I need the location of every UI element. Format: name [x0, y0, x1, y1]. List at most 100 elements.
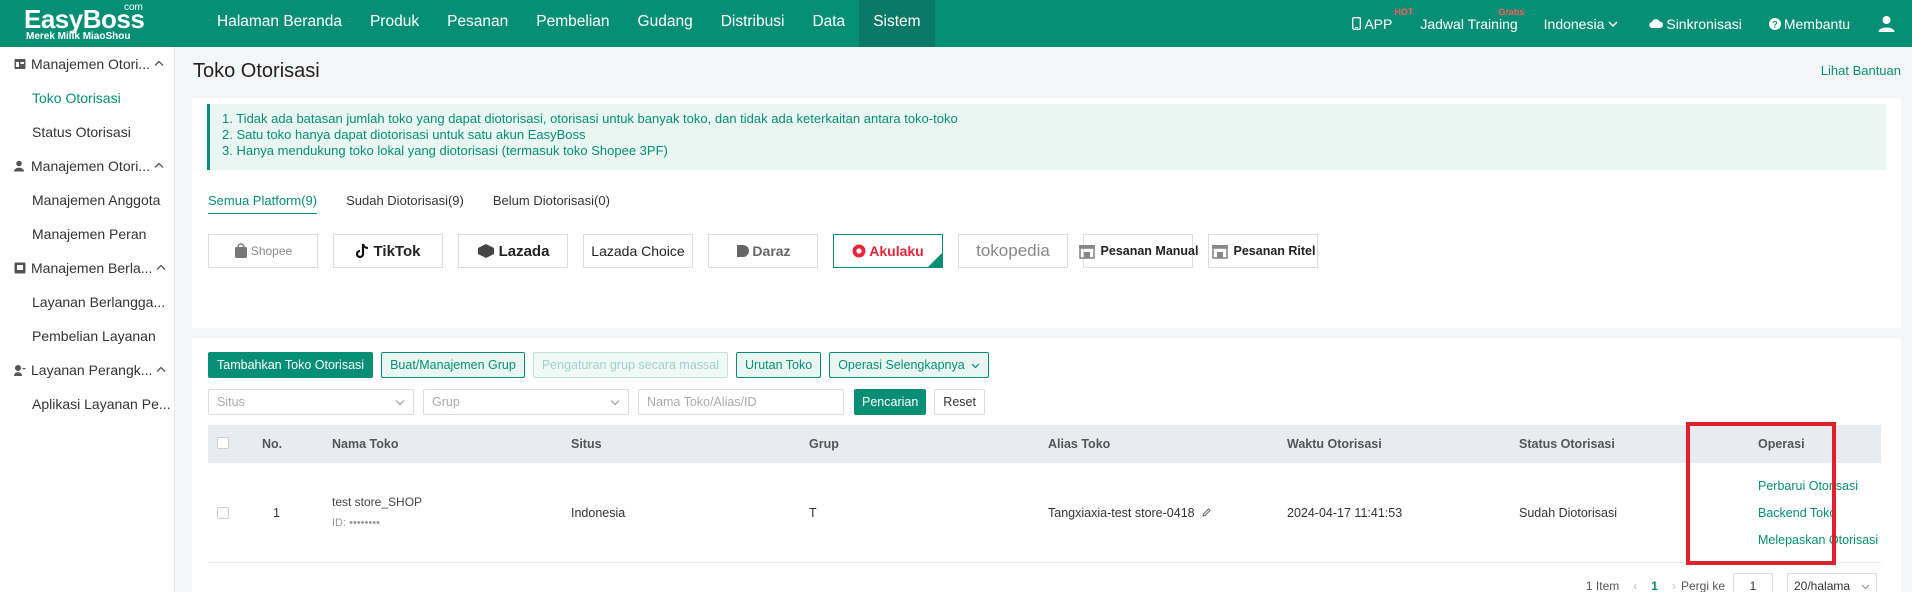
free-badge: Gratis [1498, 6, 1525, 17]
chevron-down-icon [395, 399, 405, 405]
select-all-checkbox[interactable] [217, 437, 229, 449]
col-auth-status: Status Otorisasi [1519, 437, 1615, 451]
tab-semua-platform-9[interactable]: Semua Platform(9) [208, 193, 318, 214]
tiktok-logo-icon [355, 243, 374, 259]
platform-list: Shopee TikTok Lazada Lazada Choice Daraz Akul… [208, 234, 1333, 268]
user-icon [14, 160, 26, 172]
sidebar-item-layanan-berlangga[interactable]: Layanan Berlangga... [0, 285, 174, 319]
chevron-down-icon [1608, 21, 1618, 27]
sidebar-group-4[interactable]: Layanan Perangk... [0, 353, 174, 387]
store-icon [14, 58, 26, 70]
next-page-icon[interactable]: › [1672, 579, 1676, 592]
filter-bar: Situs Grup Pencarian Reset [208, 389, 985, 415]
sidebar-item-aplikasi-layanan-pe[interactable]: Aplikasi Layanan Pe... [0, 387, 174, 421]
table-header: No. Nama Toko Situs Grup Alias Toko Wakt… [208, 425, 1881, 463]
table-row: 1 test store_SHOP ID: •••••••• Indonesia… [208, 463, 1881, 563]
selected-corner-mark [928, 253, 942, 267]
pesanan-manual-logo-icon [1078, 243, 1101, 259]
language-label: Indonesia [1543, 15, 1605, 32]
edit-icon[interactable] [1201, 507, 1212, 518]
app-link[interactable]: APP HOT [1352, 7, 1413, 32]
sidebar-item-status-otorisasi[interactable]: Status Otorisasi [0, 115, 174, 149]
tab-sudah-diotorisasi-9[interactable]: Sudah Diotorisasi(9) [346, 193, 464, 214]
col-operations: Operasi [1758, 437, 1805, 451]
tab-belum-diotorisasi-0[interactable]: Belum Diotorisasi(0) [493, 193, 610, 214]
platform-tiktok[interactable]: TikTok [333, 234, 443, 268]
sidebar-item-manajemen-peran[interactable]: Manajemen Peran [0, 217, 174, 251]
help-menu[interactable]: ? Membantu [1768, 15, 1850, 32]
goto-page-input[interactable]: 1 [1733, 573, 1773, 592]
nav-item-pesanan[interactable]: Pesanan [433, 0, 522, 47]
language-select[interactable]: Indonesia [1544, 16, 1622, 32]
pesanan-ritel-logo-icon [1211, 243, 1234, 259]
auth-time: 2024-04-17 11:41:53 [1287, 506, 1403, 520]
nav-item-gudang[interactable]: Gudang [624, 0, 707, 47]
shopee-logo-icon [234, 243, 251, 259]
chevron-up-icon [156, 263, 166, 274]
current-page[interactable]: 1 [1651, 579, 1658, 592]
add-store-button[interactable]: Tambahkan Toko Otorisasi [208, 352, 374, 378]
store-id: ID: •••••••• [332, 517, 380, 529]
sync-link[interactable]: Sinkronisasi [1649, 15, 1742, 32]
platform-tokopedia[interactable]: tokopedia [958, 234, 1068, 268]
prev-page-icon[interactable]: ‹ [1633, 579, 1637, 592]
chevron-down-icon [971, 363, 980, 369]
platform-pesanan-ritel[interactable]: Pesanan Ritel [1208, 234, 1318, 268]
page-size-label: 20/halama [1794, 579, 1851, 592]
renew-authorization-link[interactable]: Perbarui Otorisasi [1758, 479, 1858, 493]
manage-group-button[interactable]: Buat/Manajemen Grup [381, 352, 525, 378]
reset-button[interactable]: Reset [934, 389, 985, 415]
nav-item-distribusi[interactable]: Distribusi [707, 0, 799, 47]
action-bar: Tambahkan Toko Otorisasi Buat/Manajemen … [208, 352, 997, 378]
notice-line: 3. Hanya mendukung toko lokal yang dioto… [222, 143, 668, 158]
store-backend-link[interactable]: Backend Toko [1758, 506, 1836, 520]
chevron-up-icon [154, 161, 164, 172]
sidebar-group-3[interactable]: Manajemen Berla... [0, 251, 174, 285]
platform-label: Pesanan Ritel [1233, 244, 1316, 258]
search-input[interactable] [638, 389, 844, 415]
search-button[interactable]: Pencarian [854, 389, 927, 415]
user-avatar[interactable] [1878, 15, 1898, 32]
nav-item-data[interactable]: Data [798, 0, 859, 47]
sync-label: Sinkronisasi [1666, 15, 1742, 32]
nav-item-pembelian[interactable]: Pembelian [522, 0, 623, 47]
platform-daraz[interactable]: Daraz [708, 234, 818, 268]
platform-shopee[interactable]: Shopee [208, 234, 318, 268]
subscription-icon [14, 262, 26, 274]
page-size-select[interactable]: 20/halama [1787, 573, 1877, 592]
nav-item-sistem[interactable]: Sistem [859, 0, 935, 47]
nav-item-halaman-beranda[interactable]: Halaman Beranda [203, 0, 356, 47]
help-label: Membantu [1783, 15, 1850, 32]
release-authorization-link[interactable]: Melepaskan Otorisasi [1758, 533, 1878, 547]
notice-line: 2. Satu toko hanya dapat diotorisasi unt… [222, 127, 586, 142]
row-checkbox[interactable] [217, 507, 229, 519]
sidebar-group-1[interactable]: Manajemen Otori... [0, 47, 174, 81]
platform-tabs: Semua Platform(9) Sudah Diotorisasi(9) Bel… [208, 193, 639, 214]
sidebar-group-2[interactable]: Manajemen Otori... [0, 149, 174, 183]
more-operations-label: Operasi Selengkapnya [838, 358, 965, 372]
more-operations-button[interactable]: Operasi Selengkapnya [829, 352, 990, 378]
training-link[interactable]: Jadwal Training Gratis [1420, 7, 1524, 32]
store-alias: Tangxiaxia-test store-0418 [1048, 506, 1212, 520]
store-name: test store_SHOP [332, 495, 423, 509]
site-select[interactable]: Situs [208, 389, 414, 415]
platform-lazada[interactable]: Lazada [458, 234, 568, 268]
brand-tagline: Merek Milik MiaoShou [26, 31, 131, 42]
nav-item-produk[interactable]: Produk [356, 0, 433, 47]
sidebar-item-manajemen-anggota[interactable]: Manajemen Anggota [0, 183, 174, 217]
store-group: T [809, 506, 817, 520]
col-store-name: Nama Toko [332, 437, 399, 451]
platform-akulaku[interactable]: Akulaku [833, 234, 943, 268]
bulk-group-button[interactable]: Pengaturan grup secara massal [532, 352, 729, 378]
brand-logo[interactable]: com EasyBoss Merek Milik MiaoShou [20, 2, 150, 46]
notice-box: 1. Tidak ada batasan jumlah toko yang da… [207, 104, 1886, 170]
help-link[interactable]: Lihat Bantuan [1821, 63, 1901, 78]
cloud-icon [1649, 19, 1664, 29]
main-nav: Halaman Beranda Produk Pesanan Pembelian Gud… [203, 0, 935, 47]
platform-pesanan-manual[interactable]: Pesanan Manual [1078, 234, 1198, 268]
platform-lazada-choice[interactable]: Lazada Choice [583, 234, 693, 268]
sidebar-item-toko-otorisasi[interactable]: Toko Otorisasi [0, 81, 174, 115]
sidebar-item-pembelian-layanan[interactable]: Pembelian Layanan [0, 319, 174, 353]
group-select[interactable]: Grup [423, 389, 629, 415]
store-order-button[interactable]: Urutan Toko [736, 352, 822, 378]
